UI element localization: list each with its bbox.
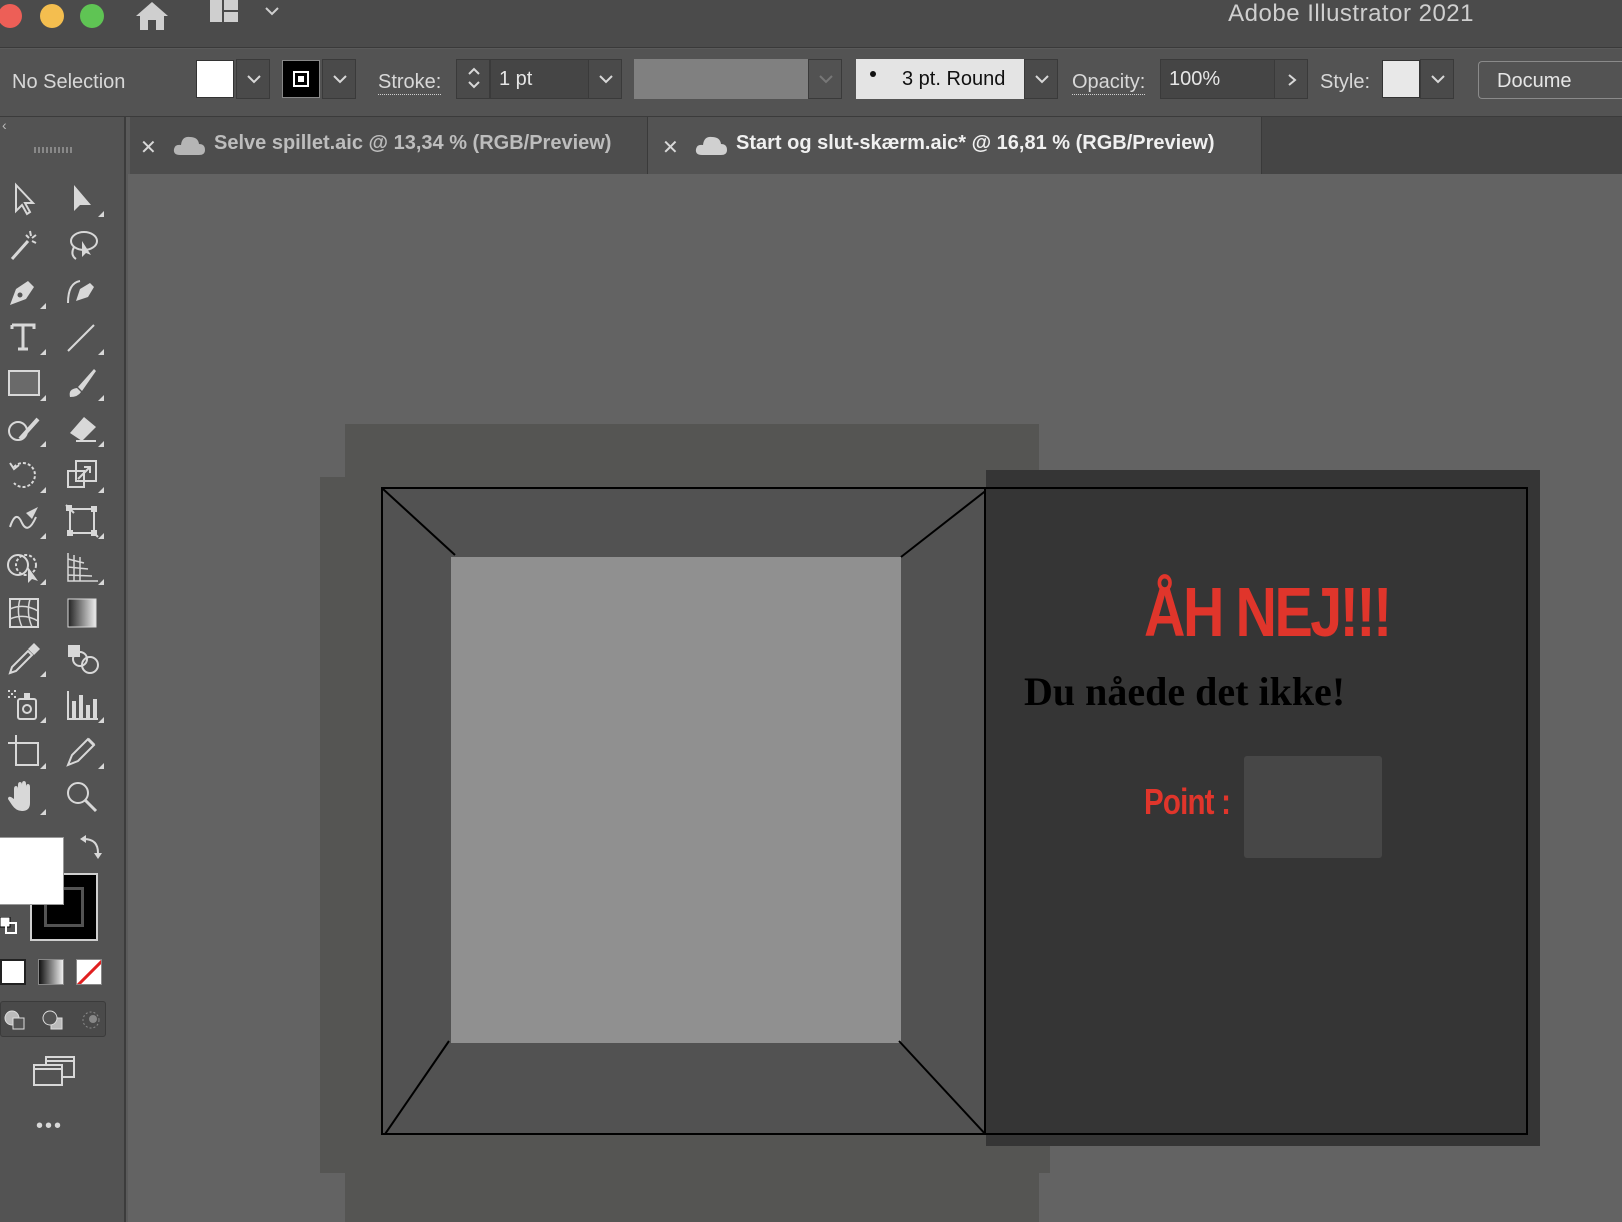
paintbrush-tool-icon[interactable]	[60, 361, 106, 405]
title-bar: Adobe Illustrator 2021	[0, 0, 1622, 48]
brush-definition[interactable]: 3 pt. Round	[856, 59, 1024, 99]
artboard-canvas[interactable]: ÅH NEJ!!! Du nåede det ikke! Point :	[128, 174, 1622, 1222]
magic-wand-tool-icon[interactable]	[2, 223, 48, 267]
brush-dot-icon	[870, 71, 876, 77]
lasso-tool-icon[interactable]	[60, 223, 106, 267]
fill-color-box[interactable]	[0, 837, 64, 905]
default-colors-icon[interactable]	[0, 916, 18, 935]
draw-modes-group	[0, 1001, 106, 1037]
column-graph-tool-icon[interactable]	[60, 683, 106, 727]
shape-builder-tool-icon[interactable]	[2, 545, 48, 589]
pen-tool-icon[interactable]	[2, 269, 48, 313]
color-mode-icon[interactable]	[0, 959, 26, 985]
perspective-grid-tool-icon[interactable]	[60, 545, 106, 589]
collapse-panel-icon[interactable]: ‹	[2, 117, 7, 133]
points-label[interactable]: Point :	[1144, 781, 1231, 823]
style-label: Style:	[1320, 71, 1371, 93]
stroke-swatch[interactable]	[282, 60, 320, 98]
eyedropper-tool-icon[interactable]	[2, 637, 48, 681]
tab-selve-spillet[interactable]: ✕ Selve spillet.aic @ 13,34 % (RGB/Previ…	[130, 117, 648, 174]
close-window-button[interactable]	[0, 4, 22, 28]
symbol-sprayer-tool-icon[interactable]	[2, 683, 48, 727]
opacity-expand[interactable]	[1274, 59, 1308, 99]
selection-tool-icon[interactable]	[2, 177, 48, 221]
close-icon[interactable]: ✕	[662, 135, 679, 160]
document-setup-label: Docume	[1497, 70, 1572, 92]
blend-tool-icon[interactable]	[60, 637, 106, 681]
variable-width-dropdown[interactable]	[808, 59, 842, 99]
graphic-style-swatch[interactable]	[1382, 60, 1420, 98]
selection-status: No Selection	[12, 71, 126, 93]
chevron-down-icon[interactable]	[262, 2, 282, 22]
style-dropdown[interactable]	[1420, 59, 1454, 99]
rectangle-tool-icon[interactable]	[2, 361, 48, 405]
none-mode-icon[interactable]	[76, 959, 102, 985]
tools-panel: ‹ •••	[0, 117, 126, 1222]
stroke-label[interactable]: Stroke:	[378, 71, 442, 95]
direct-selection-tool-icon[interactable]	[60, 177, 106, 221]
panel-grip[interactable]	[34, 147, 74, 153]
tab-start-og-slut-skaerm[interactable]: ✕ Start og slut-skærm.aic* @ 16,81 % (RG…	[648, 117, 1262, 174]
zoom-window-button[interactable]	[80, 4, 104, 28]
document-tabs: ✕ Selve spillet.aic @ 13,34 % (RGB/Previ…	[130, 117, 1622, 174]
headline-text[interactable]: ÅH NEJ!!!	[1144, 572, 1392, 652]
hand-tool-icon[interactable]	[2, 775, 48, 819]
draw-inside-icon[interactable]	[79, 1008, 103, 1032]
app-title: Adobe Illustrator 2021	[1228, 0, 1474, 27]
eraser-tool-icon[interactable]	[60, 407, 106, 451]
more-tools-icon[interactable]: •••	[36, 1115, 63, 1138]
shaper-tool-icon[interactable]	[2, 407, 48, 451]
brush-label: 3 pt. Round	[902, 68, 1006, 90]
stroke-weight-input[interactable]: 1 pt	[490, 59, 590, 99]
gradient-mode-icon[interactable]	[38, 959, 64, 985]
control-bar: No Selection Stroke: 1 pt 3 pt. Round Op…	[0, 49, 1622, 117]
document-setup-button[interactable]: Docume	[1478, 61, 1622, 99]
minimize-window-button[interactable]	[40, 4, 64, 28]
line-segment-tool-icon[interactable]	[60, 315, 106, 359]
free-transform-tool-icon[interactable]	[60, 499, 106, 543]
scale-tool-icon[interactable]	[60, 453, 106, 497]
tab-label: Selve spillet.aic @ 13,34 % (RGB/Preview…	[214, 132, 612, 154]
cloud-icon	[172, 133, 206, 162]
gradient-tool-icon[interactable]	[60, 591, 106, 635]
swap-fill-stroke-icon[interactable]	[78, 835, 104, 861]
artboard-tool-icon[interactable]	[2, 729, 48, 773]
zoom-tool-icon[interactable]	[60, 775, 106, 819]
warp-tool-icon[interactable]	[2, 499, 48, 543]
draw-behind-icon[interactable]	[41, 1008, 65, 1032]
room-artwork[interactable]	[381, 487, 986, 1135]
stroke-weight-dropdown[interactable]	[588, 59, 622, 99]
tab-label: Start og slut-skærm.aic* @ 16,81 % (RGB/…	[736, 132, 1215, 154]
curvature-tool-icon[interactable]	[60, 269, 106, 313]
home-icon[interactable]	[132, 0, 172, 34]
subline-text[interactable]: Du nåede det ikke!	[1024, 668, 1345, 715]
close-icon[interactable]: ✕	[140, 135, 157, 160]
type-tool-icon[interactable]	[2, 315, 48, 359]
variable-width-profile[interactable]	[634, 59, 808, 99]
opacity-label[interactable]: Opacity:	[1072, 71, 1146, 95]
mesh-tool-icon[interactable]	[2, 591, 48, 635]
stroke-weight-stepper[interactable]	[456, 59, 490, 99]
rotate-tool-icon[interactable]	[2, 453, 48, 497]
brush-dropdown[interactable]	[1024, 59, 1058, 99]
slice-tool-icon[interactable]	[60, 729, 106, 773]
opacity-input[interactable]: 100%	[1160, 59, 1276, 99]
points-box[interactable]	[1244, 756, 1382, 858]
fill-swatch[interactable]	[196, 60, 234, 98]
draw-normal-icon[interactable]	[3, 1008, 27, 1032]
workspace-layout-icon[interactable]	[210, 0, 250, 28]
fill-dropdown[interactable]	[236, 59, 270, 99]
stroke-dropdown[interactable]	[322, 59, 356, 99]
cloud-icon	[694, 133, 728, 162]
screen-mode-icon[interactable]	[32, 1055, 76, 1087]
